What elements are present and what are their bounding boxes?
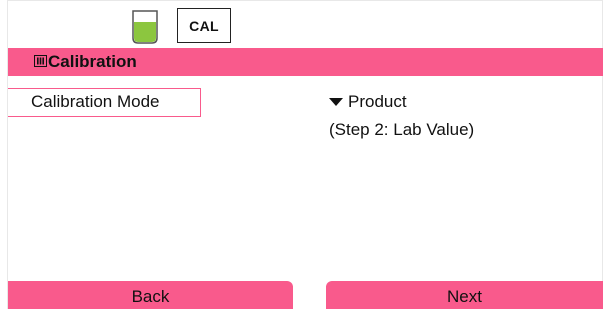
calibration-screen: CAL Calibration Calibration Mode Product… (0, 0, 603, 309)
cal-mode-badge: CAL (177, 8, 231, 43)
beaker-icon (132, 10, 158, 44)
calibration-mode-value[interactable]: Product (329, 92, 407, 112)
menu-header: Calibration (8, 48, 603, 76)
calibration-mode-field[interactable]: Calibration Mode (8, 88, 201, 117)
next-button[interactable]: Next (326, 281, 603, 309)
frame-top-border (7, 0, 603, 1)
page-title: Calibration (48, 52, 137, 71)
calibration-mode-selected: Product (348, 92, 407, 111)
back-button[interactable]: Back (8, 281, 293, 309)
calibration-step-text: (Step 2: Lab Value) (329, 120, 475, 139)
menu-book-icon (34, 55, 47, 67)
dropdown-caret-icon (329, 98, 343, 106)
frame-left-border (7, 0, 8, 309)
